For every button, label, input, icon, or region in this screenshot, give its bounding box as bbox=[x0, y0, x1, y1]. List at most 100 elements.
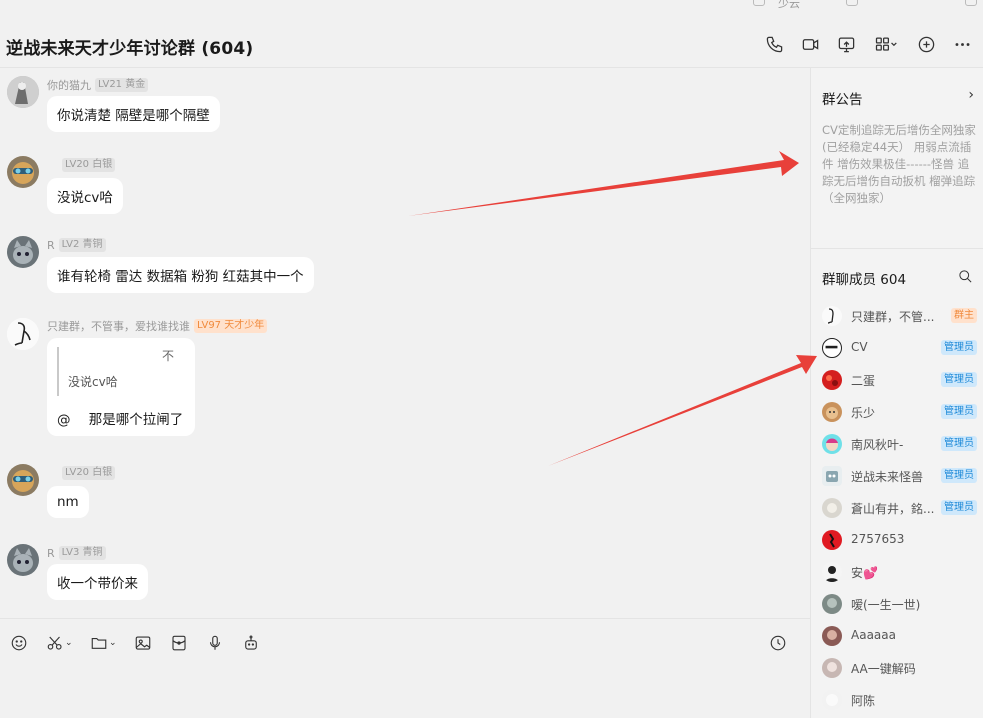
message-bubble[interactable]: 谁有轮椅 雷达 数据箱 粉狗 红菇其中一个 bbox=[47, 257, 314, 293]
chevron-right-icon[interactable]: › bbox=[968, 87, 974, 103]
sender-name[interactable]: R bbox=[47, 239, 55, 252]
message-bubble[interactable]: 收一个带价来 bbox=[47, 564, 148, 600]
avatar[interactable] bbox=[7, 76, 39, 108]
divider bbox=[811, 248, 983, 249]
member-item[interactable]: 逆战未来怪兽 管理员 bbox=[811, 462, 983, 490]
reply-bubble[interactable]: 不 没说cv哈 @ 那是哪个拉闸了 bbox=[47, 338, 196, 436]
image-icon[interactable] bbox=[134, 632, 152, 654]
microphone-icon[interactable] bbox=[206, 632, 224, 654]
sender-line: LV20 白银 bbox=[62, 158, 116, 172]
avatar[interactable] bbox=[7, 236, 39, 268]
avatar bbox=[822, 402, 842, 422]
avatar bbox=[822, 626, 842, 646]
level-badge: LV3 青铜 bbox=[58, 546, 106, 560]
folder-icon[interactable]: ⌄ bbox=[90, 632, 117, 654]
red-packet-icon[interactable] bbox=[170, 632, 188, 654]
member-item[interactable]: 阿陈 bbox=[811, 686, 983, 714]
avatar bbox=[822, 434, 842, 454]
role-badge: 管理员 bbox=[941, 404, 977, 419]
member-name: 嗳(一生一世) bbox=[851, 598, 921, 612]
reply-text: 那是哪个拉闸了 bbox=[88, 412, 184, 428]
phone-icon[interactable] bbox=[763, 34, 785, 54]
chevron-down-icon[interactable]: ⌄ bbox=[65, 638, 73, 648]
message-bubble[interactable]: 你说清楚 隔壁是哪个隔壁 bbox=[47, 96, 220, 132]
role-badge: 管理员 bbox=[941, 468, 977, 483]
message-bubble[interactable]: nm bbox=[47, 486, 89, 518]
close-icon[interactable] bbox=[965, 0, 977, 6]
sender-name[interactable]: 只建群，不管事，爱找谁找谁 bbox=[47, 318, 190, 334]
chevron-down-icon[interactable]: ⌄ bbox=[109, 638, 117, 648]
video-icon[interactable] bbox=[799, 34, 821, 54]
member-item[interactable]: 只建群，不管... 群主 bbox=[811, 302, 983, 330]
member-item[interactable]: AA一键解码 bbox=[811, 654, 983, 682]
avatar bbox=[822, 306, 842, 326]
avatar[interactable] bbox=[7, 318, 39, 350]
member-item[interactable]: 二蛋 管理员 bbox=[811, 366, 983, 394]
sender-name[interactable]: R bbox=[47, 547, 55, 560]
chat-header: 逆战未来天才少年讨论群 (604) bbox=[0, 18, 983, 68]
role-badge: 群主 bbox=[951, 308, 977, 323]
member-item[interactable]: 蒼山有井，銘... 管理员 bbox=[811, 494, 983, 522]
quote-mark: 不 bbox=[161, 349, 174, 363]
checkbox-icon[interactable] bbox=[753, 0, 765, 6]
more-icon[interactable] bbox=[951, 34, 973, 54]
member-name: CV bbox=[851, 340, 868, 354]
member-item[interactable]: 乐少 管理员 bbox=[811, 398, 983, 426]
member-item[interactable]: 嗳(一生一世) bbox=[811, 590, 983, 618]
avatar[interactable] bbox=[7, 544, 39, 576]
member-name: 南风秋叶- bbox=[851, 438, 904, 452]
member-name: Aaaaaa bbox=[851, 628, 896, 642]
role-badge: 管理员 bbox=[941, 436, 977, 451]
members-title: 群聊成员 604 bbox=[822, 272, 907, 288]
scissors-icon[interactable]: ⌄ bbox=[46, 632, 73, 654]
top-partial-label: 少云 bbox=[778, 0, 800, 10]
sender-line: LV20 白银 bbox=[62, 466, 116, 480]
level-badge: LV2 青铜 bbox=[58, 238, 106, 252]
level-badge: LV21 黄金 bbox=[95, 78, 149, 92]
avatar bbox=[822, 370, 842, 390]
avatar bbox=[822, 530, 842, 550]
member-item[interactable]: CV 管理员 bbox=[811, 334, 983, 362]
member-name: 蒼山有井，銘... bbox=[851, 502, 935, 516]
window-icon[interactable] bbox=[846, 0, 858, 6]
search-icon[interactable] bbox=[958, 269, 974, 285]
message-bubble[interactable]: 没说cv哈 bbox=[47, 178, 123, 214]
announcement-text[interactable]: CV定制追踪无后增伤全网独家 (已经稳定44天） 用弱点流插件 增伤效果极佳--… bbox=[822, 122, 978, 207]
sender-line: R LV3 青铜 bbox=[47, 546, 106, 560]
robot-icon[interactable] bbox=[242, 632, 260, 654]
group-sidebar: 群公告 › CV定制追踪无后增伤全网独家 (已经稳定44天） 用弱点流插件 增伤… bbox=[810, 68, 983, 718]
add-icon[interactable] bbox=[915, 34, 937, 54]
level-badge: LV97 天才少年 bbox=[194, 319, 268, 333]
avatar[interactable] bbox=[7, 156, 39, 188]
avatar bbox=[822, 498, 842, 518]
message-list[interactable]: 你的猫九 LV21 黄金 你说清楚 隔壁是哪个隔壁 LV20 白银 没说cv哈 … bbox=[0, 68, 810, 618]
role-badge: 管理员 bbox=[941, 500, 977, 515]
announcement-title[interactable]: 群公告 bbox=[822, 88, 863, 108]
avatar bbox=[822, 690, 842, 710]
member-item[interactable]: Aaaaaa bbox=[811, 622, 983, 650]
level-badge: LV20 白银 bbox=[62, 466, 116, 480]
avatar bbox=[822, 338, 842, 358]
member-item[interactable]: 安💕 bbox=[811, 558, 983, 586]
quoted-message[interactable]: 不 没说cv哈 bbox=[57, 347, 174, 396]
history-icon[interactable] bbox=[769, 632, 787, 654]
member-name: 二蛋 bbox=[851, 374, 876, 388]
window-top-strip: 少云 bbox=[0, 0, 983, 18]
sender-line: R LV2 青铜 bbox=[47, 238, 106, 252]
screen-share-icon[interactable] bbox=[835, 34, 857, 54]
member-name: AA一键解码 bbox=[851, 662, 916, 676]
avatar bbox=[822, 466, 842, 486]
avatar bbox=[822, 594, 842, 614]
quoted-text: 没说cv哈 bbox=[68, 375, 118, 389]
member-item[interactable]: 2757653 bbox=[811, 526, 983, 554]
avatar[interactable] bbox=[7, 464, 39, 496]
at-mention[interactable]: @ bbox=[57, 412, 71, 428]
emoji-icon[interactable] bbox=[10, 632, 28, 654]
group-title: 逆战未来天才少年讨论群 (604) bbox=[6, 39, 254, 59]
member-name: 只建群，不管... bbox=[851, 310, 935, 324]
member-item[interactable]: 南风秋叶- 管理员 bbox=[811, 430, 983, 458]
apps-icon[interactable] bbox=[871, 34, 901, 54]
sender-line: 你的猫九 LV21 黄金 bbox=[47, 77, 149, 93]
sender-name[interactable]: 你的猫九 bbox=[47, 77, 91, 93]
avatar bbox=[822, 658, 842, 678]
